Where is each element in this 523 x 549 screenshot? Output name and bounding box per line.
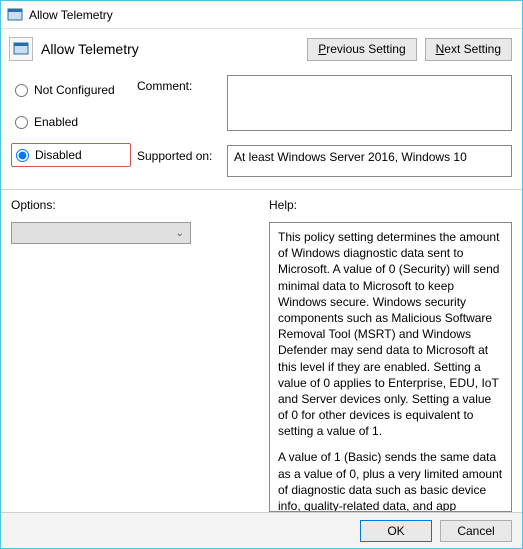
radio-not-configured[interactable]: Not Configured	[11, 79, 131, 101]
options-label: Options:	[11, 198, 251, 212]
radio-column: Not Configured Enabled Disabled	[11, 75, 131, 177]
comment-label: Comment:	[137, 75, 219, 131]
options-column: Options: ⌄	[11, 198, 251, 512]
header-row: Allow Telemetry Previous Setting Next Se…	[1, 29, 522, 69]
supported-value: At least Windows Server 2016, Windows 10	[227, 145, 512, 177]
window-titlebar: Allow Telemetry	[1, 1, 522, 29]
help-label: Help:	[269, 198, 512, 212]
radio-not-configured-input[interactable]	[15, 84, 28, 97]
help-text-box[interactable]: This policy setting determines the amoun…	[269, 222, 512, 512]
window-title: Allow Telemetry	[29, 8, 113, 22]
fields-column: Comment: Supported on: At least Windows …	[137, 75, 512, 177]
cancel-button[interactable]: Cancel	[440, 520, 512, 542]
radio-enabled-label: Enabled	[34, 115, 78, 129]
comment-input[interactable]	[227, 75, 512, 131]
next-setting-button[interactable]: Next Setting	[425, 38, 512, 61]
supported-row: Supported on: At least Windows Server 20…	[137, 145, 512, 177]
lower-area: Options: ⌄ Help: This policy setting det…	[1, 190, 522, 512]
supported-label: Supported on:	[137, 145, 219, 177]
ok-button[interactable]: OK	[360, 520, 432, 542]
radio-not-configured-label: Not Configured	[34, 83, 115, 97]
radio-disabled[interactable]: Disabled	[11, 143, 131, 167]
radio-disabled-input[interactable]	[16, 149, 29, 162]
options-dropdown[interactable]: ⌄	[11, 222, 191, 244]
comment-row: Comment:	[137, 75, 512, 131]
help-p1: This policy setting determines the amoun…	[278, 229, 503, 439]
previous-setting-button[interactable]: Previous Setting	[307, 38, 416, 61]
radio-disabled-label: Disabled	[35, 148, 82, 162]
chevron-down-icon: ⌄	[176, 228, 184, 239]
policy-header-icon	[9, 37, 33, 61]
help-p2: A value of 1 (Basic) sends the same data…	[278, 449, 503, 512]
policy-title: Allow Telemetry	[41, 41, 299, 57]
radio-enabled-input[interactable]	[15, 116, 28, 129]
policy-window-icon	[7, 7, 23, 23]
radio-enabled[interactable]: Enabled	[11, 111, 131, 133]
config-area: Not Configured Enabled Disabled Comment:…	[1, 69, 522, 185]
dialog-footer: OK Cancel	[1, 512, 522, 548]
help-column: Help: This policy setting determines the…	[269, 198, 512, 512]
